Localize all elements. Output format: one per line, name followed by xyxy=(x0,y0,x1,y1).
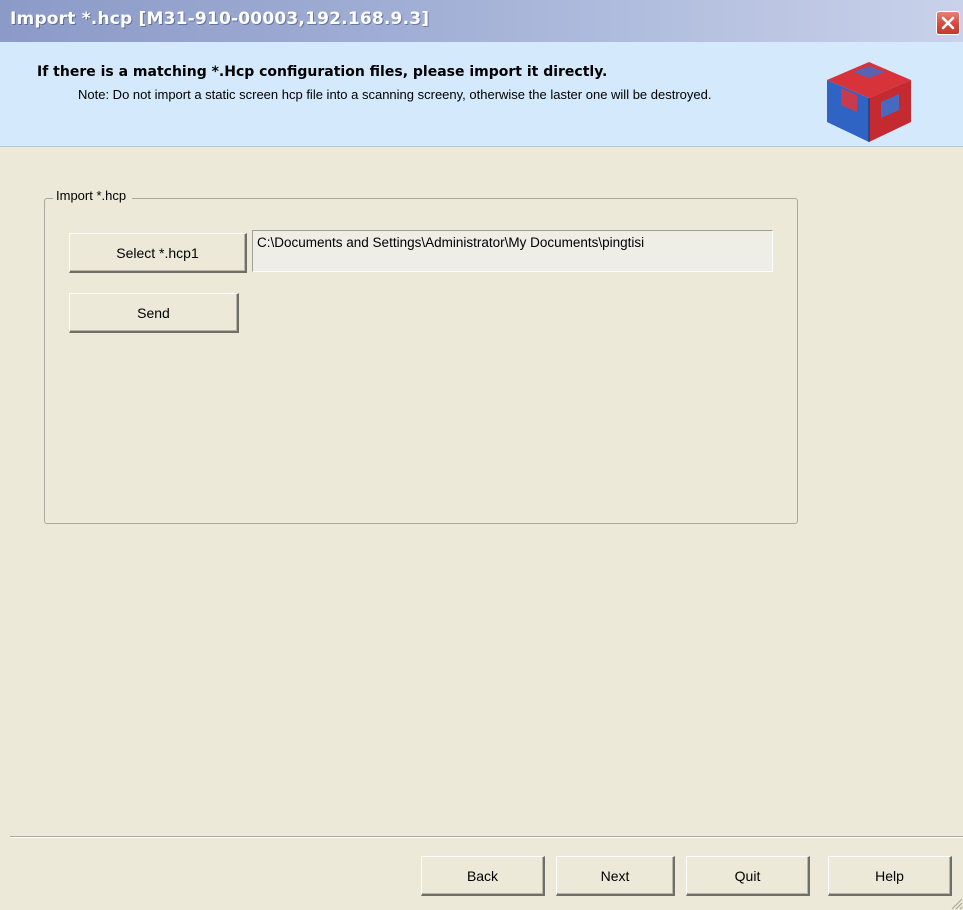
import-hcp-dialog: Import *.hcp [M31-910-00003,192.168.9.3]… xyxy=(0,0,963,910)
file-path-field[interactable]: C:\Documents and Settings\Administrator\… xyxy=(252,230,773,272)
title-bar[interactable]: Import *.hcp [M31-910-00003,192.168.9.3] xyxy=(0,0,963,42)
help-button[interactable]: Help xyxy=(828,856,952,896)
header-title: If there is a matching *.Hcp configurati… xyxy=(37,64,608,80)
send-button[interactable]: Send xyxy=(69,293,239,333)
close-x-icon xyxy=(941,16,955,30)
back-button[interactable]: Back xyxy=(421,856,545,896)
close-button[interactable] xyxy=(936,11,960,35)
header-note: Note: Do not import a static screen hcp … xyxy=(78,87,712,102)
header-banner: If there is a matching *.Hcp configurati… xyxy=(0,42,963,147)
footer-divider xyxy=(10,836,963,838)
window-title: Import *.hcp [M31-910-00003,192.168.9.3] xyxy=(10,9,430,29)
select-hcp-button[interactable]: Select *.hcp1 xyxy=(69,233,247,273)
quit-button[interactable]: Quit xyxy=(686,856,810,896)
groupbox-legend: Import *.hcp xyxy=(53,188,133,203)
resize-grip-icon[interactable] xyxy=(949,896,963,910)
cube-3d-icon xyxy=(827,62,911,142)
next-button[interactable]: Next xyxy=(556,856,675,896)
